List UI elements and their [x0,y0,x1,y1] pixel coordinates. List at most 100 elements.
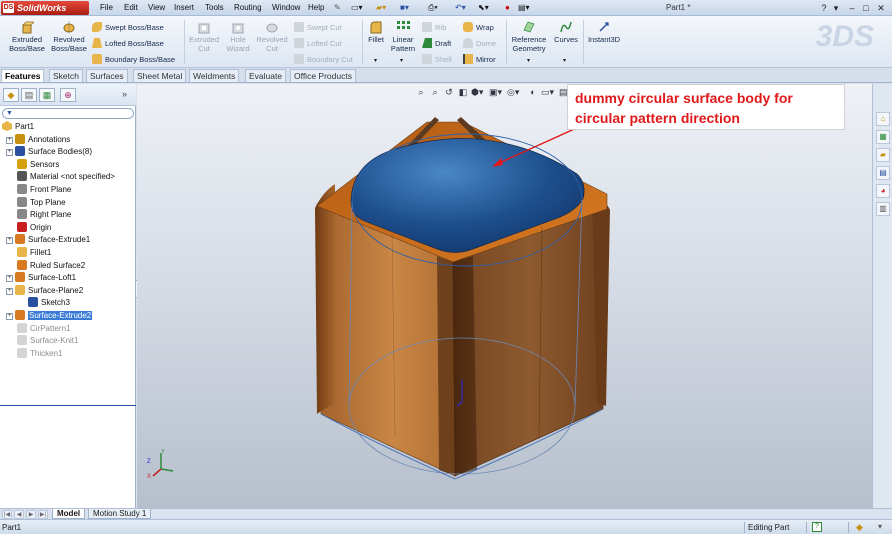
boundary-boss-button[interactable]: Boundary Boss/Base [92,54,175,64]
rebuild-icon[interactable]: ● [505,3,510,12]
print-icon[interactable]: ⎙▾ [428,3,438,13]
expand-toggle-icon[interactable]: + [6,287,13,295]
extruded-boss-button[interactable]: Extruded Boss/Base [7,20,47,53]
appearances-icon[interactable]: ◕ [876,184,890,198]
prev-tab-arrow-icon[interactable]: ◀ [14,510,24,519]
undo-icon[interactable]: ↶▾ [455,3,466,12]
design-library-icon[interactable]: ▦ [876,130,890,144]
menu-tools[interactable]: Tools [205,3,224,12]
solidworks-resources-icon[interactable]: ⌂ [876,112,890,126]
status-dropdown-icon[interactable]: ▾ [878,522,882,531]
property-manager-tab-icon[interactable]: ▤ [21,88,37,102]
menu-window[interactable]: Window [272,3,300,12]
lofted-cut-button[interactable]: Lofted Cut [294,38,342,48]
tree-item[interactable]: Fillet1 [6,247,51,259]
menu-view[interactable]: View [148,3,165,12]
dimxpert-tab-icon[interactable]: ⊕ [60,88,76,102]
tree-item[interactable]: + Surface-Loft1 [6,272,76,284]
tree-item[interactable]: Front Plane [6,184,71,196]
tab-model[interactable]: Model [52,509,86,519]
expand-toggle-icon[interactable]: + [6,136,13,144]
close-icon[interactable]: ✕ [875,2,887,14]
tree-item[interactable]: Sensors [6,158,59,171]
first-tab-arrow-icon[interactable]: |◀ [2,510,12,519]
new-document-icon[interactable]: ▭▾ [351,3,363,12]
draft-button[interactable]: Draft [422,38,451,48]
curves-button[interactable]: Curves [552,20,580,44]
revolved-cut-button[interactable]: Revolved Cut [254,20,290,53]
dome-button[interactable]: Dome [463,38,496,48]
tree-item[interactable]: CirPattern1 [6,322,70,335]
menu-insert[interactable]: Insert [174,3,194,12]
tab-surfaces[interactable]: Surfaces [86,69,128,82]
swept-boss-button[interactable]: Swept Boss/Base [92,22,164,32]
extruded-cut-button[interactable]: Extruded Cut [186,20,222,53]
hole-wizard-button[interactable]: Hole Wizard [222,20,254,53]
options-icon[interactable]: ▤▾ [518,3,530,12]
tree-item[interactable]: + Surface-Plane2 [6,284,83,297]
tree-item[interactable]: + Surface Bodies(8) [6,146,92,158]
menu-help[interactable]: Help [308,3,324,12]
help-icon[interactable]: ? [818,2,830,14]
file-explorer-icon[interactable]: ▰ [876,148,890,162]
graphics-area[interactable]: ⌕ ⌕ ↺ ◧ ⬢▾ ▣▾ ◎▾ ◐ ▭▾ ▤▾ ⧉ [137,84,872,508]
instant3d-button[interactable]: Instant3D [586,20,622,44]
expand-toggle-icon[interactable]: + [6,313,13,320]
next-tab-arrow-icon[interactable]: ▶ [26,510,36,519]
mirror-button[interactable]: Mirror [463,54,496,64]
expand-toggle-icon[interactable]: + [6,275,13,283]
rollback-bar[interactable] [0,405,136,406]
view-palette-icon[interactable]: ▤ [876,166,890,180]
expand-toggle-icon[interactable]: + [6,237,13,245]
minimize-icon[interactable]: – [846,2,858,14]
tab-sketch[interactable]: Sketch [49,69,83,82]
last-tab-arrow-icon[interactable]: ▶| [38,510,48,519]
expand-toggle-icon[interactable]: + [6,149,13,157]
maximize-icon[interactable]: □ [860,2,872,14]
pin-icon[interactable]: ✎ [334,3,341,12]
menu-routing[interactable]: Routing [234,3,262,12]
tab-office-products[interactable]: Office Products [290,69,356,82]
swept-cut-button[interactable]: Swept Cut [294,22,342,32]
solidworks-logo[interactable]: DS SolidWorks [1,1,89,15]
tree-item[interactable]: + Annotations [6,133,70,146]
save-icon[interactable]: ■▾ [400,3,409,12]
menu-edit[interactable]: Edit [124,3,138,12]
linear-pattern-button[interactable]: Linear Pattern [389,20,417,53]
select-icon[interactable]: ⬉▾ [478,3,489,12]
tab-motion-study[interactable]: Motion Study 1 [88,509,152,519]
tree-item[interactable]: Sketch3 [28,297,70,309]
tree-item[interactable]: Material <not specified> [6,171,115,183]
expand-panel-icon[interactable]: » [122,89,127,99]
pattern-dropdown-icon[interactable]: ▾ [400,57,403,64]
tree-root-part[interactable]: Part1 [2,121,34,133]
help-dropdown-icon[interactable]: ▾ [830,2,842,14]
help-status-icon[interactable]: ? [812,522,822,532]
tree-item[interactable]: Top Plane [6,196,66,209]
menu-file[interactable]: File [100,3,113,12]
tab-sheet-metal[interactable]: Sheet Metal [133,69,187,82]
tree-filter-input[interactable]: ▼ [2,108,134,119]
revolved-boss-button[interactable]: Revolved Boss/Base [50,20,88,53]
configuration-tab-icon[interactable]: ▦ [39,88,55,102]
tree-item[interactable]: Origin [6,221,51,234]
fillet-button[interactable]: Fillet [364,20,388,44]
lofted-boss-button[interactable]: Lofted Boss/Base [92,38,164,48]
wrap-button[interactable]: Wrap [463,22,494,32]
tree-item[interactable]: Right Plane [6,209,71,221]
feature-tree-tab-icon[interactable]: ◆ [3,88,19,102]
tree-item[interactable]: Thicken1 [6,347,62,360]
tab-features[interactable]: Features [1,69,45,82]
open-folder-icon[interactable]: ▰▾ [376,3,386,12]
tree-item[interactable]: Ruled Surface2 [6,259,85,272]
custom-properties-icon[interactable]: ▥ [876,202,890,216]
rib-button[interactable]: Rib [422,22,446,32]
tab-weldments[interactable]: Weldments [189,69,240,82]
tab-evaluate[interactable]: Evaluate [245,69,287,82]
tree-item[interactable]: Surface-Knit1 [6,335,78,347]
shell-button[interactable]: Shell [422,54,452,64]
tag-icon[interactable]: ◆ [856,522,863,533]
tree-item[interactable]: + Surface-Extrude1 [6,234,90,246]
reference-dropdown-icon[interactable]: ▾ [527,57,530,64]
fillet-dropdown-icon[interactable]: ▾ [374,57,377,64]
